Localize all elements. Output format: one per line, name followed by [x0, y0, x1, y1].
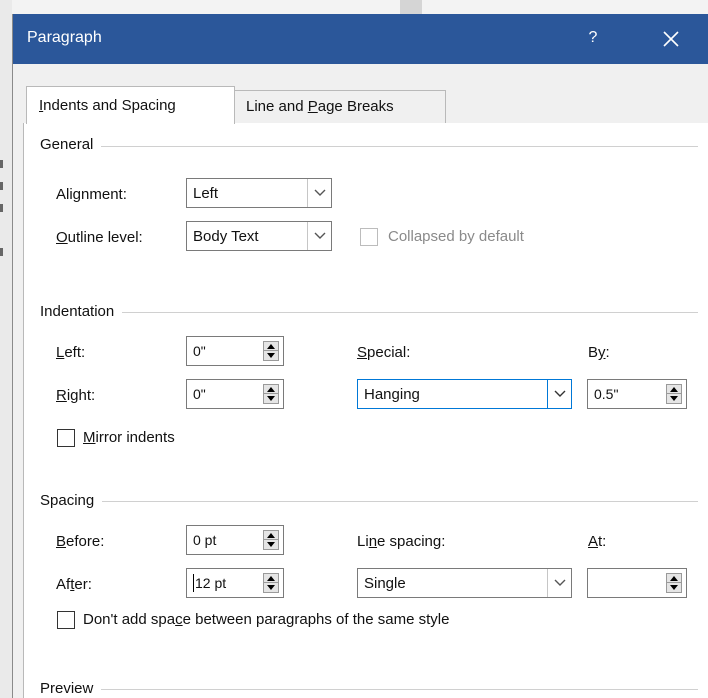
arrow-up-icon: [267, 576, 275, 581]
arrow-up-icon: [267, 533, 275, 538]
section-divider: [44, 312, 698, 313]
mirror-indents-checkbox[interactable]: [57, 429, 75, 447]
indent-left-spinner[interactable]: 0": [186, 336, 284, 366]
dropdown-arrow[interactable]: [547, 380, 571, 408]
indent-right-value: 0": [193, 386, 206, 402]
indent-right-label: Right:: [56, 387, 96, 404]
spin-down-button[interactable]: [667, 394, 681, 403]
paragraph-dialog: Paragraph ? Indents and Spacing Line and…: [12, 14, 708, 698]
close-icon: [663, 31, 679, 47]
spin-up-button[interactable]: [264, 342, 278, 351]
arrow-down-icon: [670, 396, 678, 401]
spin-up-button[interactable]: [667, 574, 681, 583]
text-caret: [193, 574, 194, 592]
section-title-preview: Preview: [40, 680, 102, 697]
spinner-buttons[interactable]: [263, 341, 279, 361]
tab-line-and-page-breaks[interactable]: Line and Page Breaks: [235, 90, 446, 123]
dialog-title: Paragraph: [27, 29, 102, 46]
alignment-dropdown[interactable]: Left: [186, 178, 332, 208]
spinner-buttons[interactable]: [263, 573, 279, 593]
arrow-up-icon: [267, 344, 275, 349]
section-title-general: General: [40, 136, 102, 153]
section-divider: [44, 501, 698, 502]
document-background: [0, 0, 12, 698]
spin-up-button[interactable]: [264, 531, 278, 540]
indent-left-value: 0": [193, 343, 206, 359]
spin-down-button[interactable]: [264, 351, 278, 360]
spinner-buttons[interactable]: [263, 530, 279, 550]
outline-level-value: Body Text: [193, 228, 259, 245]
dropdown-arrow[interactable]: [547, 569, 571, 597]
chevron-down-icon: [314, 232, 326, 239]
special-value: Hanging: [364, 386, 420, 403]
arrow-down-icon: [267, 353, 275, 358]
outline-level-label: Outline level:: [56, 229, 143, 246]
section-divider: [44, 146, 698, 147]
by-label: By:: [588, 344, 610, 361]
indent-left-label: Left:: [56, 344, 86, 361]
chevron-down-icon: [554, 390, 566, 397]
arrow-down-icon: [267, 585, 275, 590]
line-spacing-label: Line spacing:: [357, 533, 446, 550]
ruler-mark: [0, 248, 3, 256]
spacing-after-spinner[interactable]: 12 pt: [186, 568, 284, 598]
line-spacing-value: Single: [364, 575, 406, 592]
spacing-before-value: 0 pt: [193, 532, 217, 548]
at-label: At:: [588, 533, 607, 550]
spin-down-button[interactable]: [667, 583, 681, 592]
collapsed-by-default-label: Collapsed by default: [388, 228, 524, 245]
arrow-down-icon: [670, 585, 678, 590]
arrow-up-icon: [670, 387, 678, 392]
title-bar[interactable]: Paragraph ?: [13, 14, 708, 64]
ruler-mark: [0, 160, 3, 168]
chevron-down-icon: [554, 579, 566, 586]
background-scrollbar: [400, 0, 422, 14]
section-divider: [44, 689, 698, 690]
arrow-up-icon: [670, 576, 678, 581]
section-title-indentation: Indentation: [40, 303, 123, 320]
indents-spacing-panel: General Alignment: Left Outline level: B…: [23, 123, 708, 698]
line-spacing-dropdown[interactable]: Single: [357, 568, 572, 598]
close-button[interactable]: [653, 22, 689, 56]
outline-level-dropdown[interactable]: Body Text: [186, 221, 332, 251]
spinner-buttons[interactable]: [666, 573, 682, 593]
tab-label: Line and Page Breaks: [246, 98, 394, 115]
arrow-up-icon: [267, 387, 275, 392]
collapsed-by-default-checkbox[interactable]: [360, 228, 378, 246]
spacing-before-spinner[interactable]: 0 pt: [186, 525, 284, 555]
alignment-label: Alignment:: [56, 186, 127, 203]
spin-down-button[interactable]: [264, 583, 278, 592]
help-button[interactable]: ?: [581, 26, 605, 50]
chevron-down-icon: [314, 189, 326, 196]
spacing-before-label: Before:: [56, 533, 105, 550]
section-title-spacing: Spacing: [40, 492, 103, 509]
special-dropdown[interactable]: Hanging: [357, 379, 572, 409]
arrow-down-icon: [267, 542, 275, 547]
dont-add-space-label: Don't add space between paragraphs of th…: [83, 611, 450, 628]
spin-up-button[interactable]: [264, 574, 278, 583]
arrow-down-icon: [267, 396, 275, 401]
spin-down-button[interactable]: [264, 394, 278, 403]
dropdown-arrow[interactable]: [307, 222, 331, 250]
special-label: Special:: [357, 344, 411, 361]
ruler-mark: [0, 182, 3, 190]
by-value: 0.5": [594, 386, 619, 402]
indent-right-spinner[interactable]: 0": [186, 379, 284, 409]
at-spinner[interactable]: [587, 568, 687, 598]
spacing-after-value: 12 pt: [195, 575, 227, 591]
ruler-mark: [0, 204, 3, 212]
spin-down-button[interactable]: [264, 540, 278, 549]
alignment-value: Left: [193, 185, 219, 202]
spacing-after-label: After:: [56, 576, 92, 593]
tab-indents-and-spacing[interactable]: Indents and Spacing: [26, 86, 235, 124]
dont-add-space-checkbox[interactable]: [57, 611, 75, 629]
spin-up-button[interactable]: [264, 385, 278, 394]
dropdown-arrow[interactable]: [307, 179, 331, 207]
tab-label: Indents and Spacing: [39, 97, 176, 114]
by-spinner[interactable]: 0.5": [587, 379, 687, 409]
spin-up-button[interactable]: [667, 385, 681, 394]
spinner-buttons[interactable]: [263, 384, 279, 404]
spinner-buttons[interactable]: [666, 384, 682, 404]
mirror-indents-label: Mirror indents: [83, 429, 175, 446]
